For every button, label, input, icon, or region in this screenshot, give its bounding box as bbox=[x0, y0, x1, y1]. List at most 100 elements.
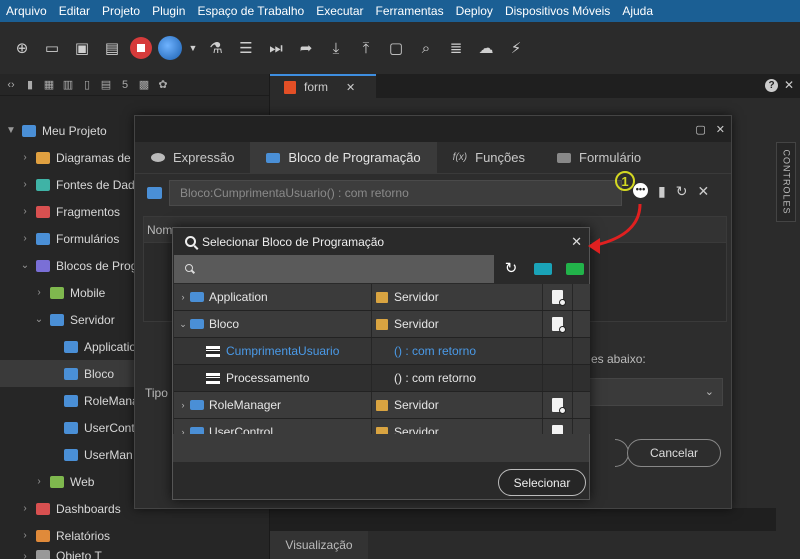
chevron-down-icon[interactable]: ▼ bbox=[4, 125, 18, 136]
usb-icon[interactable]: ⚡ bbox=[504, 36, 528, 60]
chevron-down-icon[interactable]: ▼ bbox=[188, 36, 198, 60]
expression-field[interactable]: Bloco:CumprimentaUsuario() : com retorno bbox=[169, 180, 622, 206]
expression-value: Bloco:CumprimentaUsuario() : com retorno bbox=[180, 186, 409, 200]
globe-icon[interactable] bbox=[158, 36, 182, 60]
maximize-icon[interactable]: ▢ bbox=[695, 123, 705, 136]
tree-item-relatorios[interactable]: › Relatórios bbox=[0, 522, 270, 549]
tab-expressao[interactable]: Expressão bbox=[135, 142, 250, 173]
chevron-right-icon[interactable]: › bbox=[176, 427, 190, 434]
puzzle-icon[interactable]: ▩ bbox=[137, 78, 151, 92]
doc-search-icon[interactable]: ▮ bbox=[658, 183, 666, 200]
close-panel-icon[interactable]: ✕ bbox=[784, 78, 794, 92]
controles-tab[interactable]: CONTROLES bbox=[776, 142, 796, 222]
menu-espaco-trabalho[interactable]: Espaço de Trabalho bbox=[191, 4, 310, 18]
close-icon[interactable]: ✕ bbox=[716, 123, 725, 136]
menu-plugin[interactable]: Plugin bbox=[146, 4, 191, 18]
menu-deploy[interactable]: Deploy bbox=[450, 4, 499, 18]
chevron-right-icon[interactable]: › bbox=[18, 152, 32, 163]
chevron-down-icon[interactable]: ⌄ bbox=[32, 314, 46, 325]
tab-funcoes[interactable]: f(x) Funções bbox=[437, 142, 541, 173]
table-row[interactable]: ⌄ Bloco Servidor bbox=[174, 311, 590, 338]
tab-formulario[interactable]: Formulário bbox=[541, 142, 657, 173]
doc-search-icon[interactable] bbox=[552, 290, 566, 306]
menu-dispositivos-moveis[interactable]: Dispositivos Móveis bbox=[499, 4, 616, 18]
doc-search-icon[interactable] bbox=[552, 398, 566, 414]
code-icon[interactable]: ‹› bbox=[4, 78, 18, 92]
tab-form[interactable]: form ✕ bbox=[270, 74, 376, 98]
select-button[interactable]: Selecionar bbox=[498, 469, 586, 496]
table-row[interactable]: › Application Servidor bbox=[174, 284, 590, 311]
close-icon[interactable]: ✕ bbox=[697, 183, 709, 200]
refresh-icon[interactable]: ↻ bbox=[502, 260, 520, 278]
chevron-right-icon[interactable]: › bbox=[32, 287, 46, 298]
database-icon[interactable]: ≣ bbox=[444, 36, 468, 60]
save-icon[interactable]: ▣ bbox=[70, 36, 94, 60]
cancel-button[interactable]: Cancelar bbox=[627, 439, 721, 467]
tree-label: UserMan bbox=[84, 447, 133, 462]
inspect-icon[interactable]: ⌕ bbox=[414, 36, 438, 60]
table-row[interactable]: CumprimentaUsuario () : com retorno bbox=[174, 338, 590, 365]
menu-executar[interactable]: Executar bbox=[310, 4, 369, 18]
open-folder-icon[interactable]: ▭ bbox=[40, 36, 64, 60]
more-options-button[interactable]: ••• bbox=[633, 183, 648, 198]
chevron-right-icon[interactable]: › bbox=[176, 400, 190, 410]
table-row[interactable]: › UserControl Servidor bbox=[174, 419, 590, 434]
folder-icon bbox=[50, 313, 64, 326]
type-select[interactable]: ⌄ bbox=[587, 378, 723, 406]
menu-editar[interactable]: Editar bbox=[53, 4, 96, 18]
share-icon[interactable]: ➦ bbox=[294, 36, 318, 60]
folder-icon bbox=[190, 292, 204, 302]
refresh-icon[interactable]: ↻ bbox=[676, 183, 688, 200]
tab-bloco-programacao[interactable]: Bloco de Programação bbox=[250, 142, 437, 173]
cloud-icon[interactable]: ☁ bbox=[474, 36, 498, 60]
palette-icon[interactable]: ✿ bbox=[156, 78, 170, 92]
chevron-right-icon[interactable]: › bbox=[18, 179, 32, 190]
menu-ferramentas[interactable]: Ferramentas bbox=[370, 4, 450, 18]
search-input[interactable] bbox=[174, 255, 494, 283]
server-box-icon bbox=[376, 318, 388, 330]
html5-icon[interactable]: 5 bbox=[118, 78, 132, 92]
group-blocks-icon[interactable] bbox=[534, 263, 552, 275]
tree-label: Bloco bbox=[84, 366, 115, 381]
table-row[interactable]: Processamento () : com retorno bbox=[174, 365, 590, 392]
group-server-icon[interactable] bbox=[566, 263, 584, 275]
doc-search-icon[interactable] bbox=[552, 317, 566, 333]
close-icon[interactable]: ✕ bbox=[346, 81, 355, 94]
cancel-label: Cancelar bbox=[649, 446, 699, 460]
chevron-right-icon[interactable]: › bbox=[32, 476, 46, 487]
table-row[interactable]: › RoleManager Servidor bbox=[174, 392, 590, 419]
upload-icon[interactable]: ⤒ bbox=[354, 36, 378, 60]
step-icon[interactable]: ⏭ bbox=[264, 36, 288, 60]
chevron-down-icon[interactable]: ⌄ bbox=[18, 260, 32, 271]
menu-arquivo[interactable]: Arquivo bbox=[0, 4, 53, 18]
chevron-right-icon[interactable]: › bbox=[18, 206, 32, 217]
stop-icon[interactable] bbox=[130, 37, 152, 59]
row-name: CumprimentaUsuario bbox=[226, 344, 340, 358]
doc-search-icon[interactable] bbox=[552, 425, 563, 434]
tab-visualizacao[interactable]: Visualização bbox=[270, 531, 368, 559]
chevron-right-icon[interactable]: › bbox=[18, 551, 32, 559]
chevron-right-icon[interactable]: › bbox=[18, 503, 32, 514]
chart-icon[interactable]: ▥ bbox=[61, 78, 75, 92]
save-all-icon[interactable]: ▤ bbox=[100, 36, 124, 60]
mobile-icon[interactable]: ▯ bbox=[80, 78, 94, 92]
row-name: Processamento bbox=[226, 371, 310, 385]
terminal-icon[interactable]: ▢ bbox=[384, 36, 408, 60]
chevron-right-icon[interactable]: › bbox=[18, 233, 32, 244]
server-icon[interactable]: ▤ bbox=[99, 78, 113, 92]
menu-ajuda[interactable]: Ajuda bbox=[616, 4, 659, 18]
chevron-right-icon[interactable]: › bbox=[18, 530, 32, 541]
chevron-right-icon[interactable]: › bbox=[176, 292, 190, 302]
flask-icon[interactable]: ⚗ bbox=[204, 36, 228, 60]
doc-icon[interactable]: ▮ bbox=[23, 78, 37, 92]
close-icon[interactable]: ✕ bbox=[571, 234, 582, 250]
function-icon: f(x) bbox=[452, 152, 468, 163]
blocks-icon[interactable]: ▦ bbox=[42, 78, 56, 92]
new-file-icon[interactable]: ⊕ bbox=[10, 36, 34, 60]
tree-item-objeto[interactable]: › Objeto T bbox=[0, 549, 270, 559]
help-icon[interactable]: ? bbox=[765, 79, 778, 92]
menu-projeto[interactable]: Projeto bbox=[96, 4, 146, 18]
checklist-icon[interactable]: ☰ bbox=[234, 36, 258, 60]
chevron-down-icon[interactable]: ⌄ bbox=[176, 319, 190, 330]
download-icon[interactable]: ⤓ bbox=[324, 36, 348, 60]
